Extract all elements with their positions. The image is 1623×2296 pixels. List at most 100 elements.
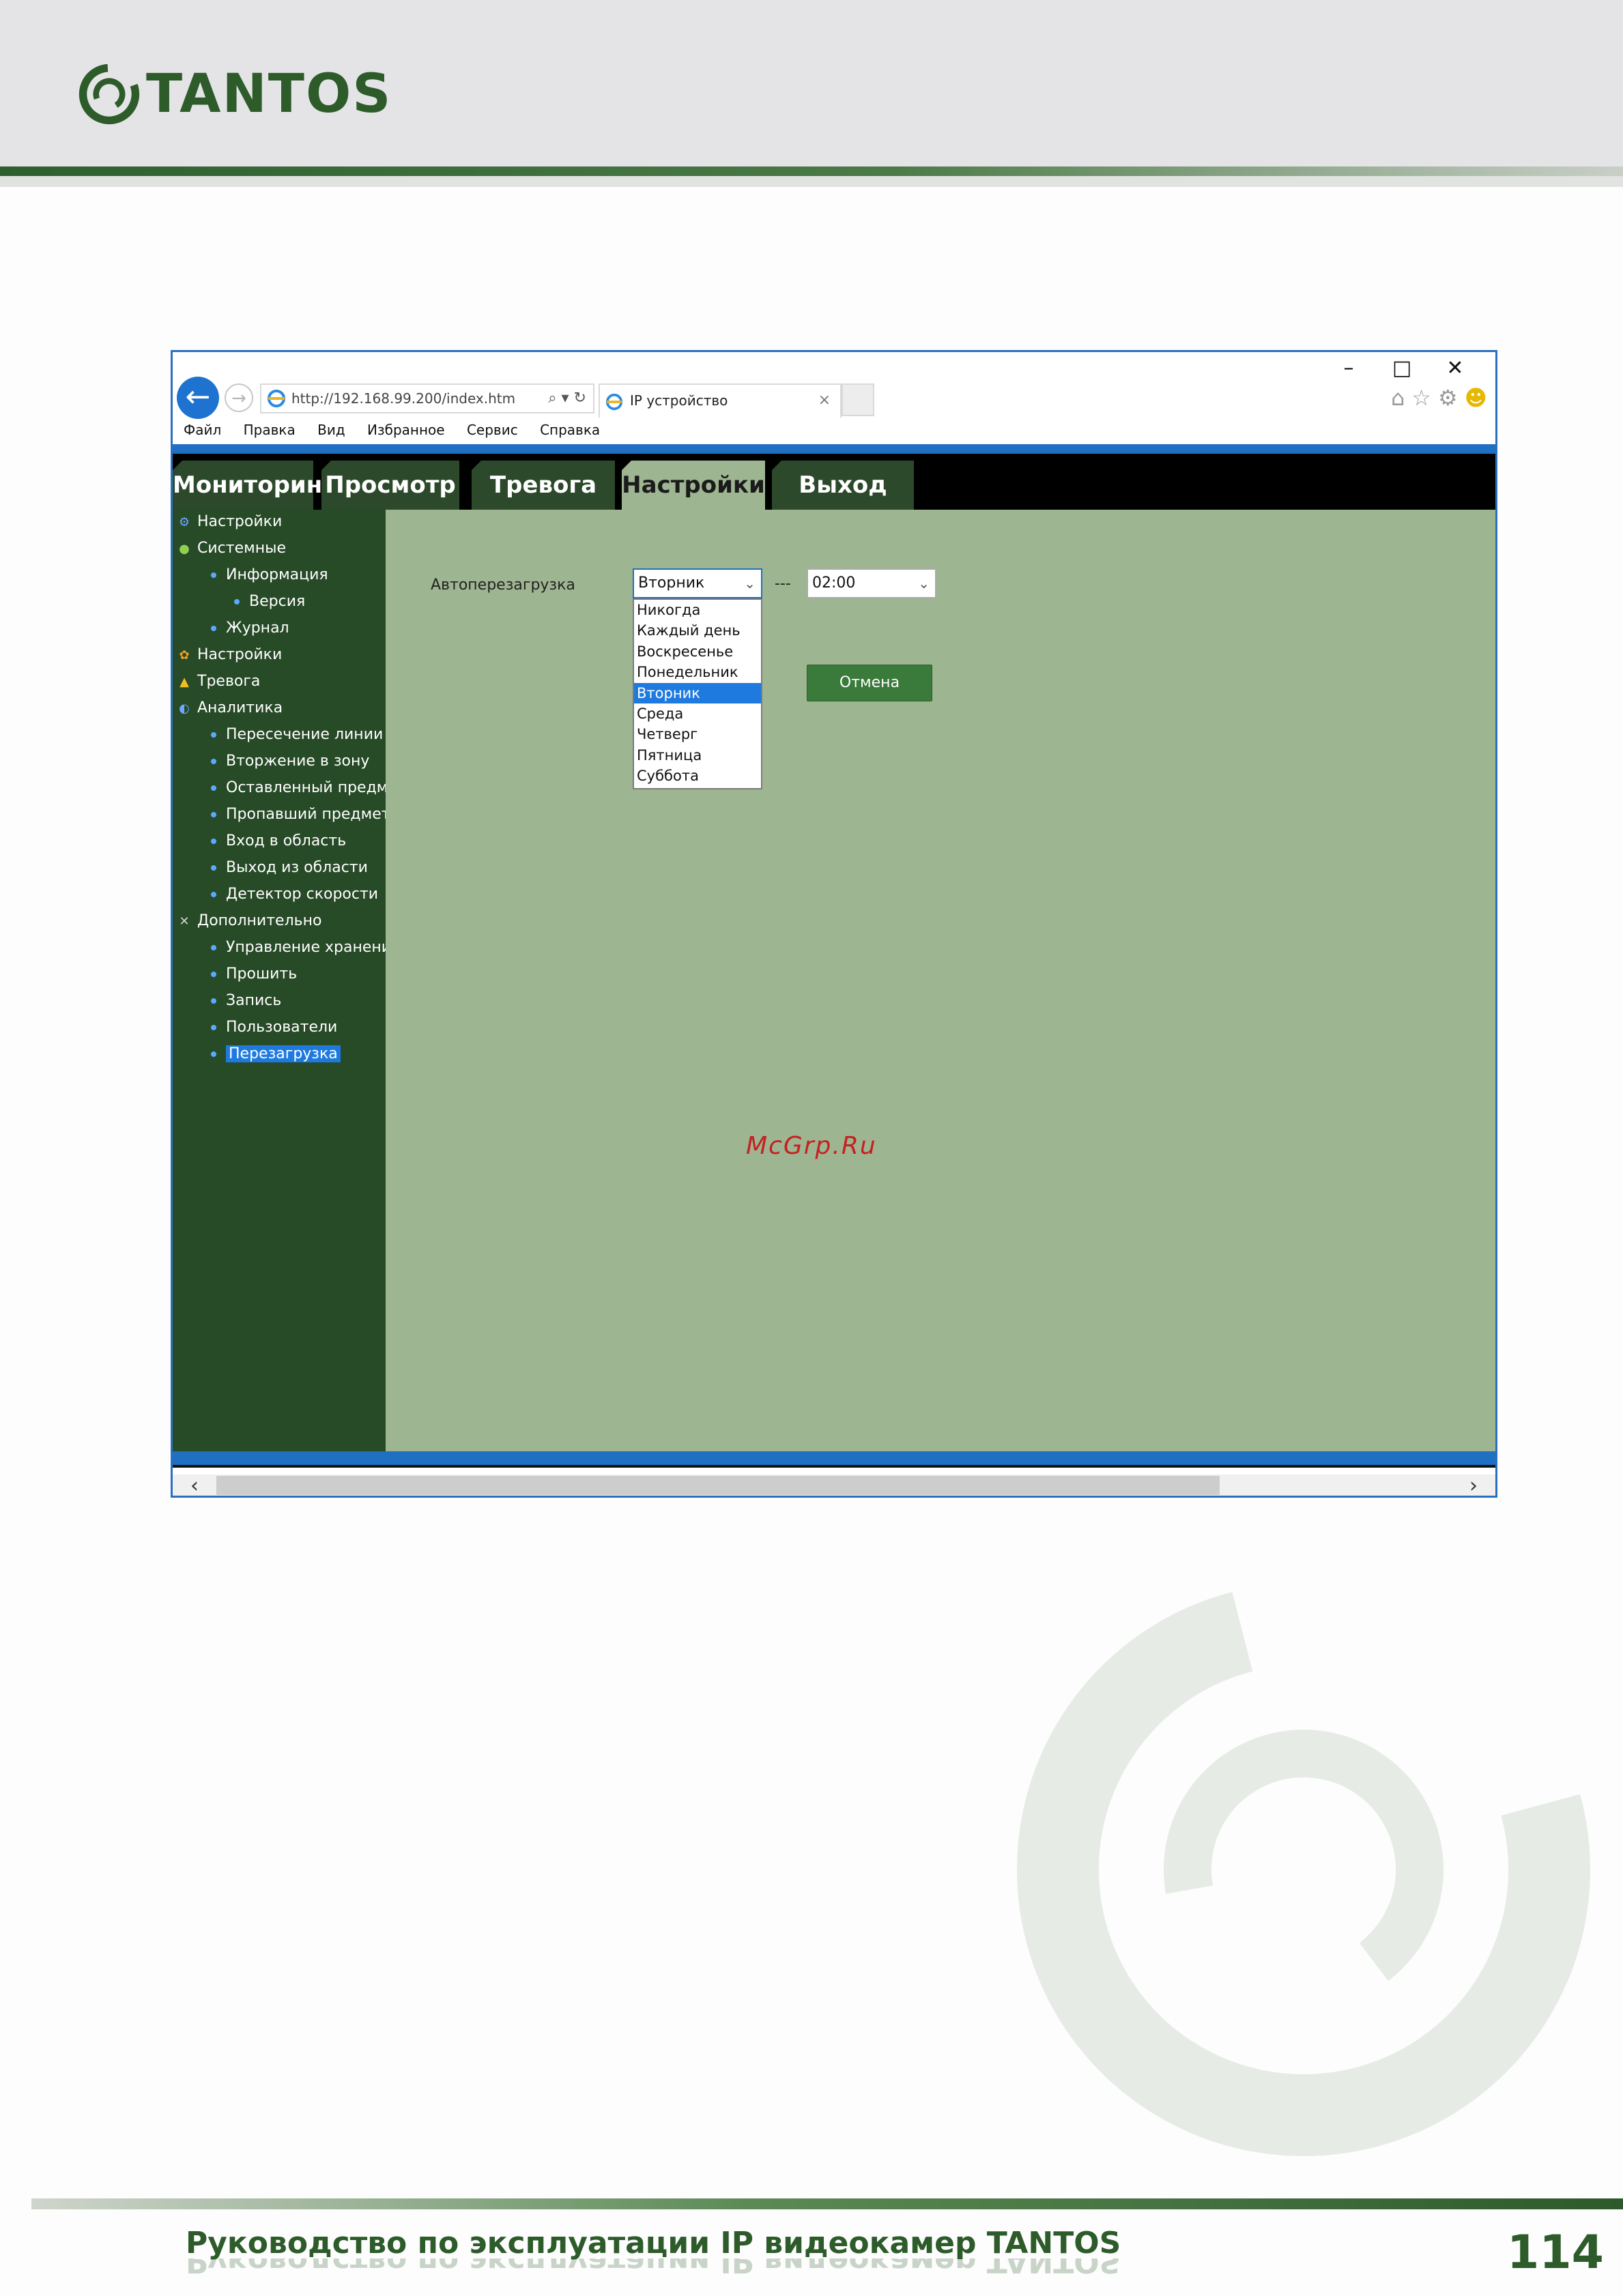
address-bar[interactable]: http://192.168.99.200/index.htm ⌕ ▾ ↻ xyxy=(260,383,594,413)
horizontal-scrollbar[interactable]: ‹ › xyxy=(173,1474,1495,1496)
reboot-day-value: Вторник xyxy=(638,575,705,592)
sidebar-item-intrusion[interactable]: Вторжение в зону xyxy=(211,749,369,774)
day-option[interactable]: Четверг xyxy=(634,724,761,744)
sidebar-item-log[interactable]: Журнал xyxy=(211,616,289,641)
smiley-icon[interactable]: ☻ xyxy=(1465,385,1487,411)
bullet-icon xyxy=(211,572,216,578)
new-tab-button[interactable] xyxy=(842,383,874,416)
sidebar-item-advanced[interactable]: ✕ Дополнительно xyxy=(177,909,321,933)
day-option[interactable]: Среда xyxy=(634,703,761,724)
day-option[interactable]: Понедельник xyxy=(634,662,761,682)
day-option[interactable]: Каждый день xyxy=(634,620,761,641)
sidebar-item-label: Пользователи xyxy=(226,1019,338,1036)
sidebar-item-firmware[interactable]: Прошить xyxy=(211,962,297,987)
sidebar-item-label: Прошить xyxy=(226,965,298,983)
bullet-icon xyxy=(234,599,240,605)
sidebar-item-line-crossing[interactable]: Пересечение линии xyxy=(211,723,383,747)
bullet-icon xyxy=(211,945,216,950)
gear-icon[interactable]: ⚙ xyxy=(1438,385,1458,411)
browser-titlebar: ← → http://192.168.99.200/index.htm ⌕ ▾ … xyxy=(173,352,1495,448)
site-watermark: McGrp.Ru xyxy=(746,1132,877,1160)
sidebar-item-settings-root[interactable]: ⚙ Настройки xyxy=(177,510,282,534)
sidebar-item-area-enter[interactable]: Вход в область xyxy=(211,829,346,854)
scroll-right-icon[interactable]: › xyxy=(1469,1474,1478,1496)
tab-exit[interactable]: Выход xyxy=(772,461,914,510)
bullet-icon xyxy=(211,865,216,871)
sidebar-item-abandoned-object[interactable]: Оставленный предме xyxy=(211,776,386,800)
footer-title: Руководство по эксплуатации IP видеокаме… xyxy=(186,2226,1121,2261)
menu-help[interactable]: Справка xyxy=(540,422,600,438)
reboot-time-value: 02:00 xyxy=(812,575,856,592)
sidebar-item-analytics[interactable]: ◐ Аналитика xyxy=(177,696,283,721)
browser-blue-band xyxy=(173,444,1495,454)
day-option-highlighted[interactable]: Вторник xyxy=(634,682,761,703)
sidebar-item-label: Тревога xyxy=(197,673,261,690)
tab-alarm[interactable]: Тревога xyxy=(472,461,615,510)
day-option[interactable]: Никогда xyxy=(634,600,761,620)
sidebar-item-information[interactable]: Информация xyxy=(211,563,328,587)
sidebar-item-label: Информация xyxy=(226,566,328,583)
bullet-icon xyxy=(211,785,216,791)
back-button[interactable]: ← xyxy=(177,377,219,419)
minimize-icon[interactable]: – xyxy=(1322,356,1375,380)
sidebar-item-missing-object[interactable]: Пропавший предмет xyxy=(211,802,386,827)
analytics-icon: ◐ xyxy=(179,701,190,716)
sidebar-item-recording[interactable]: Запись xyxy=(211,989,281,1013)
document-header: TANTOS xyxy=(0,0,1623,187)
sidebar-item-storage[interactable]: Управление хранени xyxy=(211,935,386,960)
content-panel: Автоперезагрузка Вторник ⌄ --- 02:00 ⌄ Н… xyxy=(386,510,1495,1451)
sidebar-item-label: Управление хранени xyxy=(226,939,386,956)
sidebar-item-alarm[interactable]: ▲ Тревога xyxy=(177,669,260,694)
menu-file[interactable]: Файл xyxy=(184,422,221,438)
menu-bar: Файл Правка Вид Избранное Сервис Справка xyxy=(184,422,618,438)
tab-playback[interactable]: Просмотр xyxy=(321,461,459,510)
arrow-left-icon: ← xyxy=(185,379,211,414)
tab-settings[interactable]: Настройки xyxy=(622,461,765,510)
reboot-day-select[interactable]: Вторник ⌄ xyxy=(633,568,762,598)
arrow-right-icon: → xyxy=(231,388,246,409)
sidebar-item-label: Версия xyxy=(249,593,306,610)
day-dropdown-list: Никогда Каждый день Воскресенье Понедель… xyxy=(633,598,762,789)
reboot-time-select[interactable]: 02:00 ⌄ xyxy=(807,568,936,598)
sidebar-item-settings[interactable]: ✿ Настройки xyxy=(177,643,282,667)
gear-small-icon: ⚙ xyxy=(178,515,190,529)
home-icon[interactable]: ⌂ xyxy=(1391,385,1405,411)
menu-view[interactable]: Вид xyxy=(317,422,345,438)
close-icon[interactable]: ✕ xyxy=(1428,356,1482,380)
cancel-button[interactable]: Отмена xyxy=(807,665,932,701)
day-option[interactable]: Пятница xyxy=(634,745,761,766)
tab-ie-icon xyxy=(605,390,623,422)
bullet-icon xyxy=(211,759,216,764)
forward-button[interactable]: → xyxy=(225,383,253,412)
tab-close-icon[interactable]: × xyxy=(818,385,831,416)
menu-tools[interactable]: Сервис xyxy=(467,422,518,438)
sidebar-item-speed-detector[interactable]: Детектор скорости xyxy=(211,882,378,907)
scrollbar-thumb[interactable] xyxy=(216,1476,1220,1495)
menu-favorites[interactable]: Избранное xyxy=(367,422,445,438)
menu-edit[interactable]: Правка xyxy=(244,422,296,438)
tab-monitoring[interactable]: Мониторинг xyxy=(173,461,334,510)
browser-tab[interactable]: IP устройство × xyxy=(599,383,842,418)
info-icon: ● xyxy=(179,542,190,556)
bullet-icon xyxy=(211,839,216,844)
sidebar-item-label: Перезагрузка xyxy=(226,1045,341,1062)
sidebar-item-reboot[interactable]: Перезагрузка xyxy=(211,1042,341,1066)
browser-bottom-band xyxy=(173,1451,1495,1465)
sidebar-item-area-exit[interactable]: Выход из области xyxy=(211,856,368,880)
day-option[interactable]: Воскресенье xyxy=(634,641,761,662)
sidebar-item-label: Пересечение линии xyxy=(226,726,384,743)
maximize-icon[interactable]: □ xyxy=(1375,356,1428,380)
bullet-icon xyxy=(211,1025,216,1030)
sidebar-item-label: Вход в область xyxy=(226,832,347,849)
address-controls[interactable]: ⌕ ▾ ↻ xyxy=(548,385,586,412)
tab-title: IP устройство xyxy=(630,392,728,409)
browser-black-bar xyxy=(173,454,1495,461)
sidebar-item-users[interactable]: Пользователи xyxy=(211,1015,337,1040)
scroll-left-icon[interactable]: ‹ xyxy=(190,1474,199,1496)
sidebar-item-version[interactable]: Версия xyxy=(234,590,305,614)
sidebar-item-label: Настройки xyxy=(197,646,283,663)
star-icon[interactable]: ☆ xyxy=(1411,385,1431,411)
day-option[interactable]: Суббота xyxy=(634,766,761,786)
footer-title-reflection: Руководство по эксплуатации IP видеокаме… xyxy=(186,2258,1121,2279)
sidebar-item-system[interactable]: ● Системные xyxy=(177,536,286,561)
